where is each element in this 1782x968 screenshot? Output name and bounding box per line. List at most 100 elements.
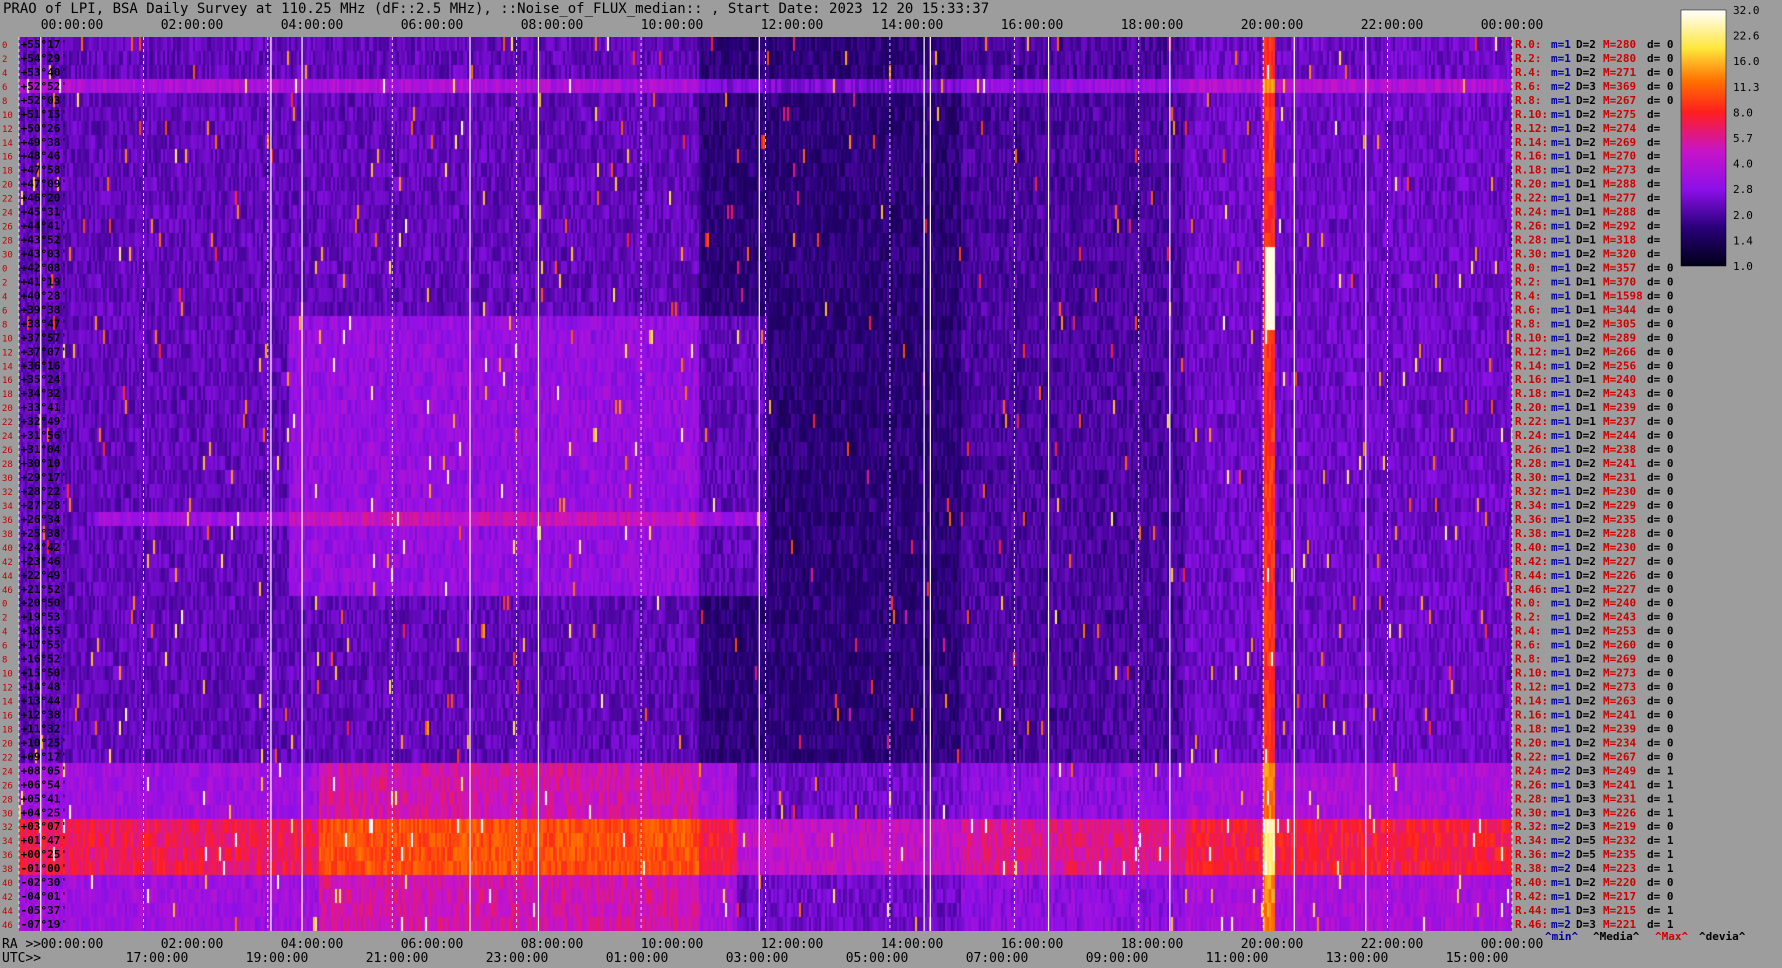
stat-max: M=232 <box>1603 834 1636 847</box>
stat-min: m=1 <box>1551 499 1571 512</box>
row-index-axis: 0246810121416182022242628300246810121416… <box>2 41 13 931</box>
stat-row-id: R.30: <box>1515 806 1548 819</box>
colorbar-tick-label: 22.6 <box>1733 30 1760 43</box>
stat-deviation: d= 0 <box>1647 583 1674 596</box>
row-index-label: 12 <box>2 348 13 358</box>
declination-label: +00°25' <box>21 848 67 861</box>
stat-deviation: d= 1 <box>1647 862 1674 875</box>
stat-max: M=280 <box>1603 38 1636 51</box>
declination-label: +05°41' <box>21 792 67 805</box>
stat-median: D=1 <box>1576 234 1596 247</box>
declination-label: +54°29' <box>21 52 67 65</box>
x-top-tick-label: 16:00:00 <box>1001 18 1064 33</box>
stat-row-id: R.16: <box>1515 708 1548 721</box>
row-index-label: 18 <box>2 167 13 177</box>
stat-median: D=2 <box>1576 457 1596 470</box>
row-index-label: 18 <box>2 725 13 735</box>
stat-row-id: R.10: <box>1515 331 1548 344</box>
row-index-label: 10 <box>2 670 13 680</box>
utc-tick-label: 07:00:00 <box>966 951 1029 966</box>
stat-min: m=2 <box>1551 80 1571 93</box>
stat-row-id: R.18: <box>1515 164 1548 177</box>
stat-median: D=2 <box>1576 122 1596 135</box>
stat-deviation: d= 0 <box>1647 541 1674 554</box>
stat-deviation: d= 1 <box>1647 806 1674 819</box>
stat-max: M=267 <box>1603 750 1636 763</box>
declination-label: +53°40' <box>21 66 67 79</box>
stat-deviation: d= 1 <box>1647 792 1674 805</box>
row-index-label: 40 <box>2 544 13 554</box>
stat-min: m=1 <box>1551 583 1571 596</box>
stat-median: D=3 <box>1576 792 1596 805</box>
stat-deviation: d= 1 <box>1647 778 1674 791</box>
declination-label: +31°04' <box>21 443 67 456</box>
stat-row-id: R.28: <box>1515 457 1548 470</box>
stat-min: m=1 <box>1551 331 1571 344</box>
stat-median: D=2 <box>1576 695 1596 708</box>
x-top-tick-label: 06:00:00 <box>401 18 464 33</box>
stat-max: M=370 <box>1603 275 1636 288</box>
stat-max: M=270 <box>1603 150 1636 163</box>
stat-median: D=5 <box>1576 848 1596 861</box>
stat-max: M=241 <box>1603 457 1636 470</box>
declination-label: +29°17' <box>21 471 67 484</box>
stat-min: m=1 <box>1551 66 1571 79</box>
stat-deviation: d= <box>1647 234 1661 247</box>
row-index-label: 18 <box>2 390 13 400</box>
utc-tick-label: 05:00:00 <box>846 951 909 966</box>
x-bottom-tick-label: 10:00:00 <box>641 937 704 952</box>
stat-deviation: d= 0 <box>1647 443 1674 456</box>
stat-min: m=1 <box>1551 513 1571 526</box>
stat-row-id: R.14: <box>1515 359 1548 372</box>
x-bottom-tick-label: 08:00:00 <box>521 937 584 952</box>
stat-max: M=288 <box>1603 178 1636 191</box>
stat-min: m=1 <box>1551 136 1571 149</box>
row-index-label: 2 <box>2 278 7 288</box>
stat-min: m=1 <box>1551 681 1571 694</box>
row-index-label: 26 <box>2 781 13 791</box>
stat-max: M=271 <box>1603 66 1636 79</box>
x-top-tick-label: 02:00:00 <box>161 18 224 33</box>
stat-row-id: R.8: <box>1515 653 1542 666</box>
x-bottom-tick-label: 14:00:00 <box>881 937 944 952</box>
x-bottom-tick-label: 16:00:00 <box>1001 937 1064 952</box>
stat-min: m=1 <box>1551 150 1571 163</box>
stat-median: D=1 <box>1576 178 1596 191</box>
stat-min: m=1 <box>1551 722 1571 735</box>
row-index-label: 30 <box>2 251 13 261</box>
legend-item: ^min^ <box>1545 930 1578 943</box>
stat-min: m=1 <box>1551 122 1571 135</box>
row-index-label: 42 <box>2 558 13 568</box>
x-bottom-tick-label: 18:00:00 <box>1121 937 1184 952</box>
stat-min: m=1 <box>1551 317 1571 330</box>
stat-min: m=1 <box>1551 708 1571 721</box>
row-stats-panel: R.0: m=1 D=2 M=280 d= 0 R.2: m=1 D=2 M=280 d= 0 R.… <box>1515 38 1674 931</box>
x-bottom-axis-label: RA >> <box>2 937 41 952</box>
row-index-label: 8 <box>2 656 7 666</box>
stat-median: D=2 <box>1576 66 1596 79</box>
stat-max: M=267 <box>1603 94 1636 107</box>
stat-max: M=273 <box>1603 667 1636 680</box>
row-index-label: 44 <box>2 572 13 582</box>
stat-median: D=2 <box>1576 541 1596 554</box>
row-index-label: 42 <box>2 893 13 903</box>
stat-median: D=2 <box>1576 136 1596 149</box>
x-top-tick-label: 14:00:00 <box>881 18 944 33</box>
stat-median: D=2 <box>1576 736 1596 749</box>
declination-label: +31°56' <box>21 429 67 442</box>
stat-median: D=2 <box>1576 583 1596 596</box>
stat-min: m=1 <box>1551 639 1571 652</box>
stat-row-id: R.6: <box>1515 303 1542 316</box>
x-top-tick-label: 00:00:00 <box>41 18 104 33</box>
stat-deviation: d= 0 <box>1647 94 1674 107</box>
stat-min: m=2 <box>1551 764 1571 777</box>
stat-median: D=1 <box>1576 275 1596 288</box>
colorbar-tick-label: 8.0 <box>1733 106 1753 119</box>
stat-row-id: R.4: <box>1515 66 1542 79</box>
declination-label: +15°50' <box>21 667 67 680</box>
declination-label: +48°46' <box>21 150 67 163</box>
stat-deviation: d= 0 <box>1647 331 1674 344</box>
stat-median: D=2 <box>1576 597 1596 610</box>
utc-tick-label: 03:00:00 <box>726 951 789 966</box>
x-bottom-tick-label: 12:00:00 <box>761 937 824 952</box>
